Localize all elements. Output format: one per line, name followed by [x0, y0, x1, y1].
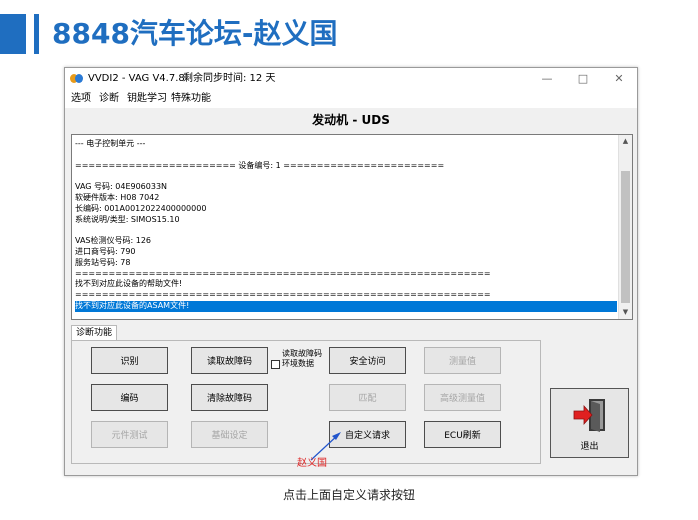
log-line: ======================== 设备编号: 1 =======… [75, 160, 445, 170]
menu-diagnose[interactable]: 诊断 [99, 90, 119, 108]
ecu-flash-button[interactable]: ECU刷新 [424, 421, 501, 448]
read-freeze-frame-option[interactable]: 读取故障码环境数据 [271, 349, 327, 381]
sync-time-text: 剩余同步时间: 12 天 [183, 73, 276, 84]
coding-button[interactable]: 编码 [91, 384, 168, 411]
exit-button[interactable]: 退出 [550, 388, 629, 458]
close-icon[interactable]: ✕ [601, 68, 637, 90]
scroll-up-icon[interactable]: ▲ [619, 135, 632, 148]
log-line: 服务站号码: 78 [75, 257, 131, 267]
app-window: VVDI2 - VAG V4.7.8 剩余同步时间: 12 天 — □ ✕ 选项… [64, 67, 638, 476]
log-line: 长编码: 001A0012022400000000 [75, 203, 207, 213]
identify-button[interactable]: 识别 [91, 347, 168, 374]
maximize-icon[interactable]: □ [565, 68, 601, 90]
log-line: ========================================… [75, 268, 491, 278]
clear-dtc-button[interactable]: 清除故障码 [191, 384, 268, 411]
menu-bar: 选项 诊断 钥匙学习 特殊功能 [65, 90, 637, 108]
log-line: 找不到对应此设备的帮助文件! [75, 279, 183, 289]
window-title: VVDI2 - VAG V4.7.8 [88, 73, 185, 84]
log-line: 找不到对应此设备的ASAM文件! [75, 300, 617, 312]
menu-special-functions[interactable]: 特殊功能 [171, 90, 211, 108]
log-lines: --- 电子控制单元 --- ======================== 设… [75, 139, 617, 312]
vvdi-app-icon [70, 74, 84, 84]
basic-setting-button[interactable]: 基础设定 [191, 421, 268, 448]
log-line: ========================================… [75, 290, 491, 300]
title-bar[interactable]: VVDI2 - VAG V4.7.8 剩余同步时间: 12 天 — □ ✕ [65, 68, 637, 90]
scroll-down-icon[interactable]: ▼ [619, 306, 632, 319]
freeze-frame-checkbox[interactable] [271, 360, 280, 369]
menu-options[interactable]: 选项 [71, 90, 91, 108]
tab-diagnostic-functions[interactable]: 诊断功能 [71, 325, 117, 341]
log-line: 软硬件版本: H08 7042 [75, 192, 160, 202]
slide-caption: 点击上面自定义请求按钮 [282, 488, 415, 502]
slide-title: 8848汽车论坛-赵义国 [52, 17, 338, 50]
header-accent-bar [0, 14, 26, 54]
adaptation-button[interactable]: 匹配 [329, 384, 406, 411]
annotation-text: 赵义国 [297, 458, 327, 469]
read-dtc-button[interactable]: 读取故障码 [191, 347, 268, 374]
slide: 8848汽车论坛-赵义国 VVDI2 - VAG V4.7.8 剩余同步时间: … [0, 0, 698, 520]
exit-label: 退出 [580, 442, 599, 452]
log-textbox[interactable]: --- 电子控制单元 --- ======================== 设… [71, 134, 633, 320]
minimize-icon[interactable]: — [529, 68, 565, 90]
advanced-measure-button[interactable]: 高级测量值 [424, 384, 501, 411]
log-line: 系统说明/类型: SIMOS15.10 [75, 214, 180, 224]
menu-key-learn[interactable]: 钥匙学习 [127, 90, 167, 108]
exit-door-icon [570, 395, 610, 435]
header-accent-stripe [34, 14, 39, 54]
component-test-button[interactable]: 元件测试 [91, 421, 168, 448]
scroll-thumb[interactable] [621, 171, 630, 303]
module-title: 发动机 - UDS [312, 113, 390, 127]
security-access-button[interactable]: 安全访问 [329, 347, 406, 374]
log-scrollbar[interactable]: ▲ ▼ [618, 135, 632, 319]
measure-value-button[interactable]: 测量值 [424, 347, 501, 374]
log-line: VAG 号码: 04E906033N [75, 182, 168, 192]
log-line: 进口商号码: 790 [75, 246, 136, 256]
log-line: --- 电子控制单元 --- [75, 139, 146, 148]
freeze-frame-label: 读取故障码环境数据 [282, 349, 322, 368]
log-line: VAS检测仪号码: 126 [75, 236, 152, 246]
